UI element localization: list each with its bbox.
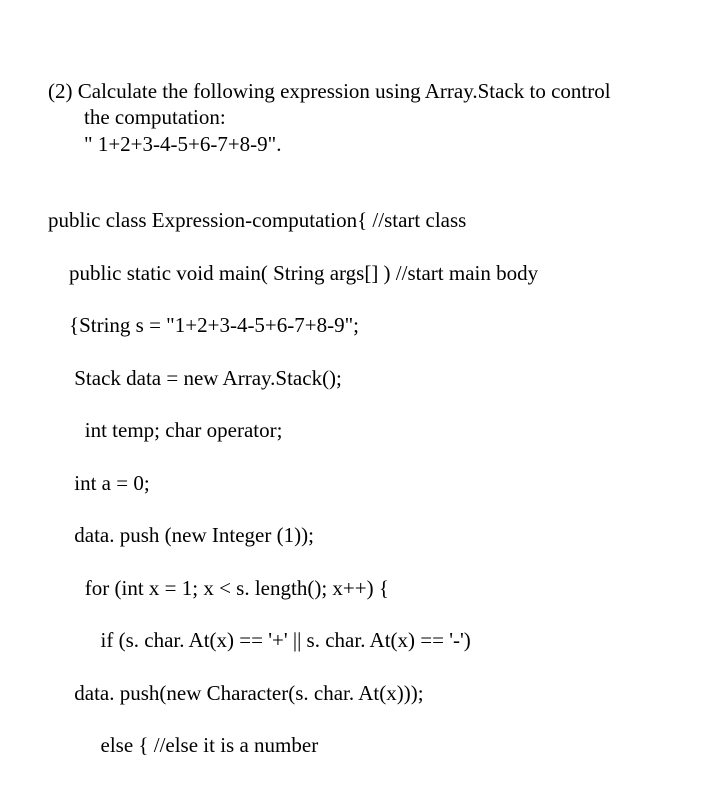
code-block: public class Expression-computation{ //s… bbox=[48, 181, 680, 811]
code-line: int temp; char operator; bbox=[48, 417, 680, 443]
code-line: for (int x = 1; x < s. length(); x++) { bbox=[48, 575, 680, 601]
prompt-line-2: the computation: bbox=[48, 104, 680, 130]
code-line: if (s. char. At(x) == '+' || s. char. At… bbox=[48, 627, 680, 653]
code-line: int a = 0; bbox=[48, 470, 680, 496]
code-line: {String s = "1+2+3-4-5+6-7+8-9"; bbox=[48, 312, 680, 338]
code-line: public class Expression-computation{ //s… bbox=[48, 207, 680, 233]
problem-statement: (2) Calculate the following expression u… bbox=[48, 78, 680, 157]
prompt-line-3: " 1+2+3-4-5+6-7+8-9". bbox=[48, 131, 680, 157]
code-line: data. push(new Character(s. char. At(x))… bbox=[48, 680, 680, 706]
document-page: (2) Calculate the following expression u… bbox=[0, 0, 720, 811]
code-line: data. push (new Integer (1)); bbox=[48, 522, 680, 548]
code-line: else { //else it is a number bbox=[48, 732, 680, 758]
code-line: public static void main( String args[] )… bbox=[48, 260, 680, 286]
code-line: Stack data = new Array.Stack(); bbox=[48, 365, 680, 391]
prompt-line-1: (2) Calculate the following expression u… bbox=[48, 78, 680, 104]
